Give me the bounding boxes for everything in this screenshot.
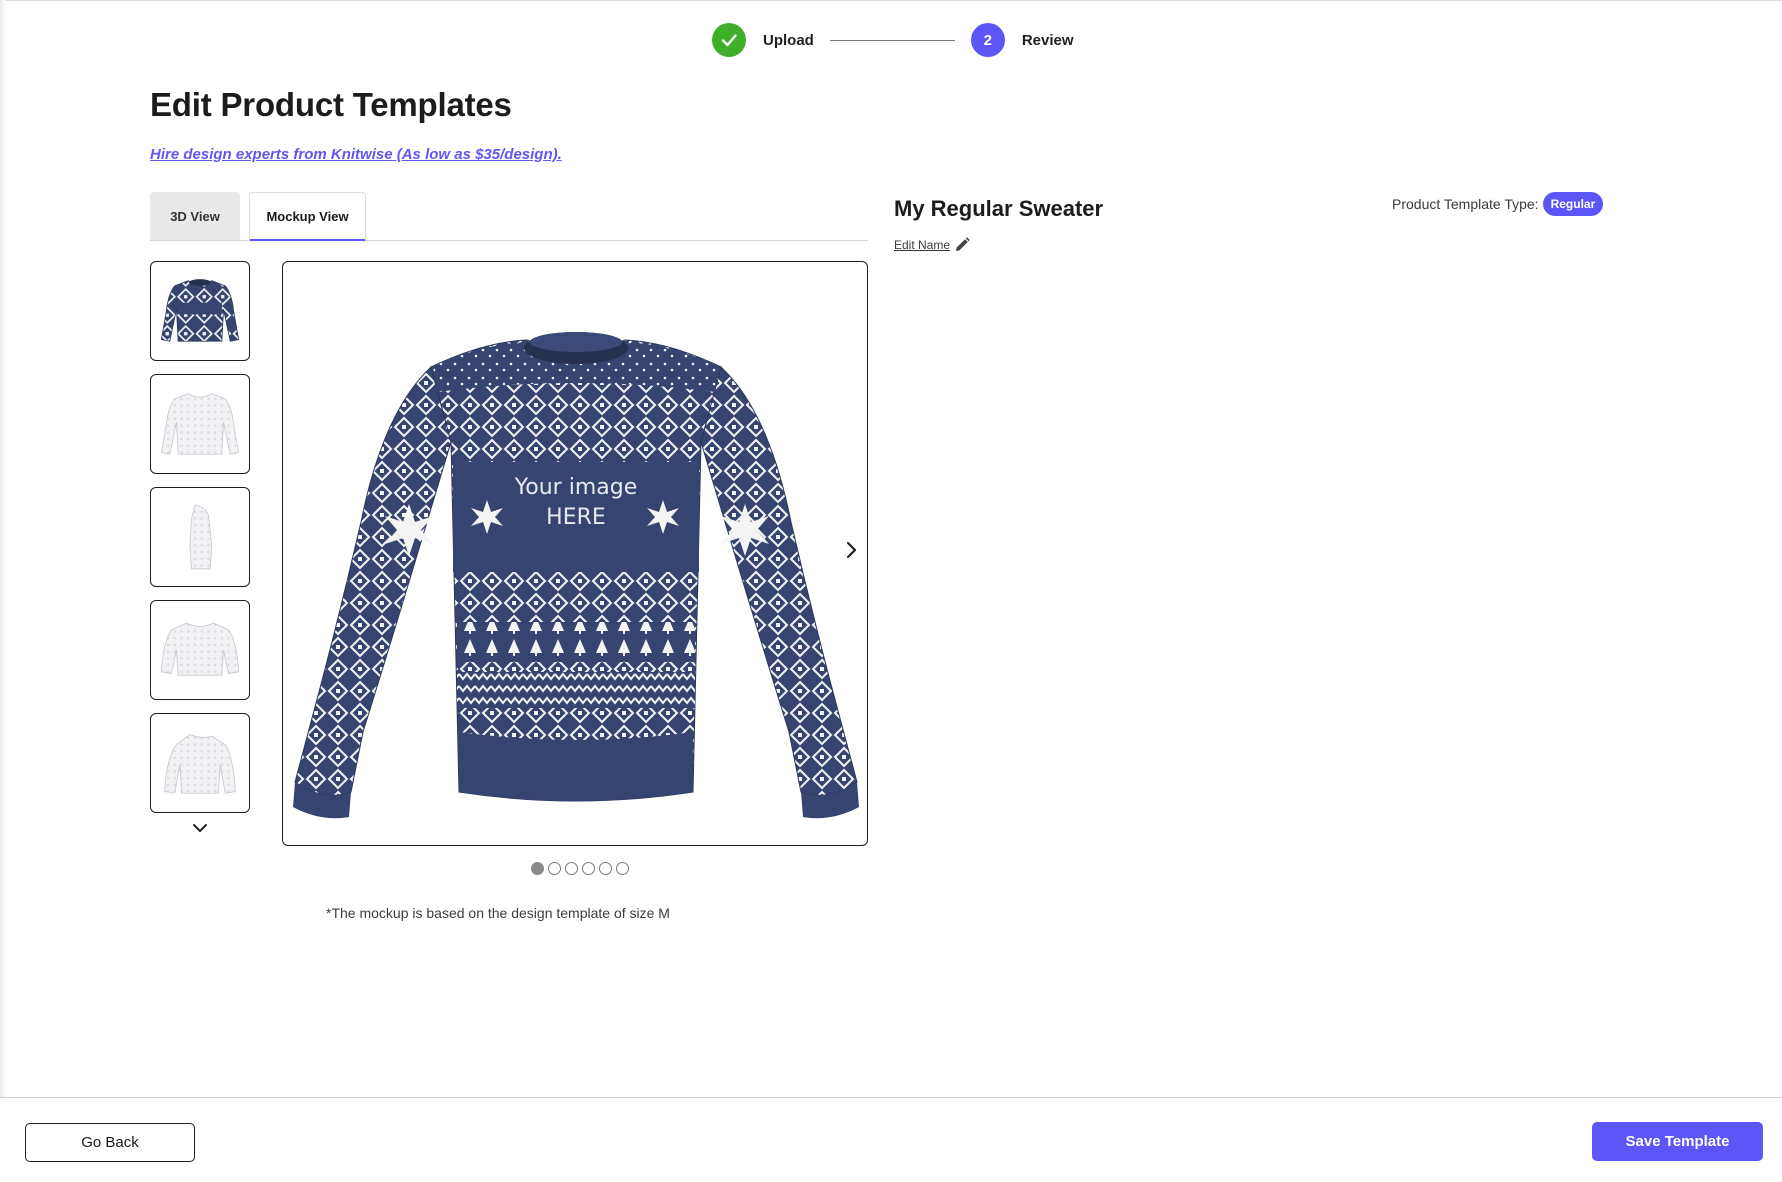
sweater-front-thumbnail-image [160, 279, 240, 342]
thumbnail-back-view[interactable] [150, 374, 250, 474]
step-label-review: Review [1021, 31, 1074, 49]
edit-name-link[interactable]: Edit Name [894, 236, 971, 254]
pagination-dot[interactable] [582, 862, 595, 875]
product-template-type: Product Template Type: Regular [1392, 192, 1604, 216]
chevron-down-icon[interactable] [190, 818, 210, 838]
step-review-indicator: 2 [970, 23, 1005, 57]
sweater-flat-thumbnail-image [160, 622, 240, 676]
sweater-side-thumbnail-image [189, 504, 213, 570]
product-name: My Regular Sweater [894, 196, 1104, 221]
template-type-label: Product Template Type: [1392, 196, 1539, 212]
tab-mockup-view[interactable]: Mockup View [249, 192, 366, 241]
pencil-icon[interactable] [953, 236, 971, 254]
thumbnail-side-view[interactable] [150, 487, 250, 587]
step-upload-complete-indicator [712, 23, 746, 57]
pagination-dot[interactable] [531, 862, 544, 875]
go-back-button[interactable]: Go Back [25, 1123, 195, 1162]
pagination-dot[interactable] [548, 862, 561, 875]
checkmark-icon [721, 34, 737, 47]
thumbnail-angled-view[interactable] [150, 713, 250, 813]
image-placeholder-line2: HERE [546, 505, 606, 530]
left-edge-shadow [0, 0, 6, 1097]
footer-divider [0, 1097, 1782, 1098]
step-label-upload: Upload [763, 31, 814, 49]
image-pagination [531, 862, 629, 875]
view-tabs: 3D View Mockup View [150, 192, 868, 241]
tab-3d-view[interactable]: 3D View [150, 192, 240, 240]
image-placeholder-line1: Your image [514, 475, 637, 500]
sweater-angled-thumbnail-image [164, 733, 236, 794]
step-connector [829, 39, 955, 41]
pagination-dot[interactable] [616, 862, 629, 875]
hire-experts-link[interactable]: Hire design experts from Knitwise (As lo… [150, 146, 562, 163]
pagination-dot[interactable] [565, 862, 578, 875]
pagination-dot[interactable] [599, 862, 612, 875]
sweater-mockup-image: Your image HERE [293, 332, 859, 819]
chevron-right-icon[interactable] [839, 538, 863, 562]
edit-name-label[interactable]: Edit Name [894, 238, 950, 252]
sweater-back-thumbnail-image [160, 393, 240, 455]
page-title: Edit Product Templates [150, 86, 512, 123]
mockup-size-note: *The mockup is based on the design templ… [326, 905, 670, 921]
template-type-badge: Regular [1542, 192, 1604, 216]
progress-stepper: Upload 2 Review [712, 22, 1074, 58]
thumbnail-flat-view[interactable] [150, 600, 250, 700]
top-border [0, 0, 1782, 1]
thumbnail-front-view[interactable] [150, 261, 250, 361]
save-template-button[interactable]: Save Template [1592, 1122, 1763, 1161]
mockup-viewer: Your image HERE [282, 261, 868, 846]
